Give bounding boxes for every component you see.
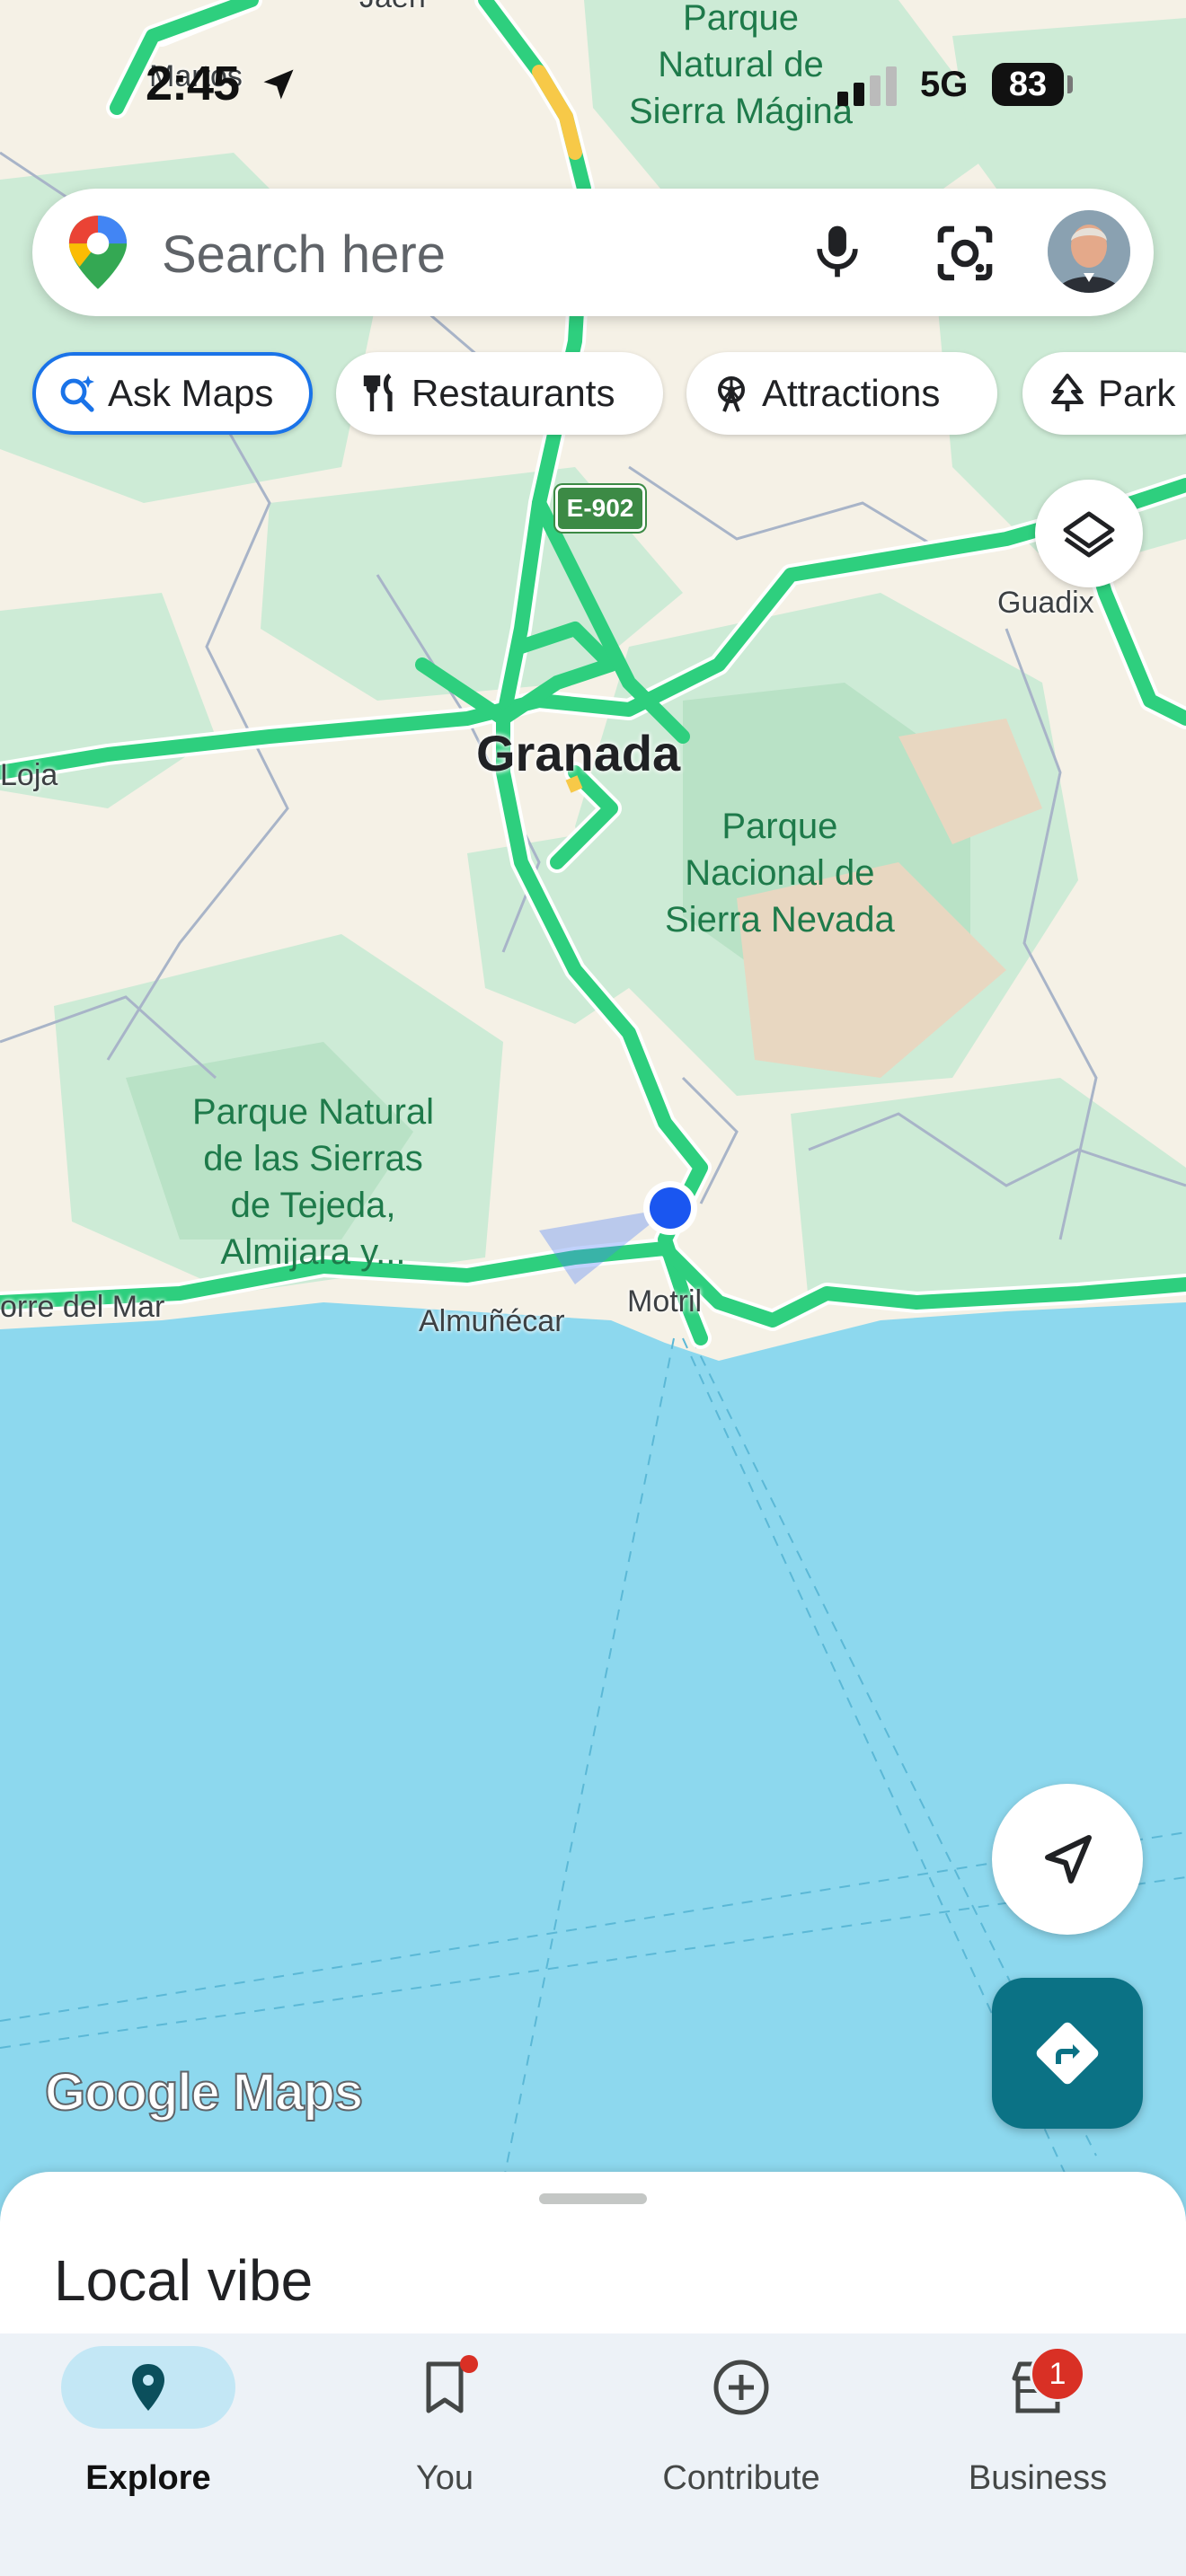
- layers-button[interactable]: [1035, 480, 1143, 587]
- map-label-motril: Motril: [627, 1284, 703, 1319]
- chip-attractions[interactable]: Attractions: [686, 352, 997, 435]
- road-shield-e902: E-902: [555, 485, 645, 532]
- nav-explore[interactable]: Explore: [0, 2346, 296, 2508]
- chip-label: Park: [1098, 372, 1176, 414]
- google-maps-pin-icon: [68, 216, 128, 289]
- profile-avatar[interactable]: [1048, 210, 1130, 293]
- network-type: 5G: [920, 65, 969, 104]
- nav-label: Explore: [85, 2459, 211, 2497]
- map-label-granada[interactable]: Granada: [476, 724, 680, 782]
- fork-knife-icon: [363, 373, 393, 411]
- chip-label: Restaurants: [412, 372, 615, 414]
- search-bar[interactable]: Search here: [32, 189, 1154, 316]
- nav-label: Business: [968, 2459, 1108, 2497]
- bottom-sheet[interactable]: Local vibe: [0, 2172, 1186, 2351]
- search-input[interactable]: Search here: [162, 225, 446, 285]
- bookmark-icon: [426, 2361, 464, 2413]
- map-label-sierra-nevada: Parque Nacional de Sierra Nevada: [665, 807, 895, 940]
- sheet-drag-handle[interactable]: [539, 2193, 647, 2204]
- nav-you[interactable]: You: [296, 2346, 593, 2508]
- chip-label: Attractions: [762, 372, 941, 414]
- bottom-navigation: Explore You Contribute Business: [0, 2333, 1186, 2576]
- chip-parks[interactable]: Park: [1022, 352, 1186, 435]
- microphone-icon[interactable]: [807, 221, 868, 282]
- battery-tip: [1067, 75, 1073, 93]
- my-location-button[interactable]: [992, 1784, 1143, 1935]
- battery-indicator: 83: [992, 63, 1064, 106]
- nav-contribute[interactable]: Contribute: [593, 2346, 890, 2508]
- plus-circle-icon: [713, 2360, 769, 2415]
- map-label-guadix: Guadix: [997, 586, 1094, 620]
- signal-icon: [837, 66, 897, 106]
- map-label-torre: orre del Mar: [0, 1290, 165, 1324]
- chip-label: Ask Maps: [108, 372, 274, 414]
- nav-icon-container: [61, 2346, 235, 2429]
- nav-icon-container: [678, 2346, 804, 2429]
- map-label-almunecar: Almuñécar: [419, 1304, 565, 1338]
- location-arrow-icon: [263, 69, 294, 100]
- google-maps-logo: Google Maps: [44, 2062, 364, 2122]
- business-badge: 1: [1030, 2346, 1085, 2402]
- chip-ask-maps[interactable]: Ask Maps: [32, 352, 313, 435]
- nav-icon-container: [382, 2346, 508, 2429]
- chip-restaurants[interactable]: Restaurants: [336, 352, 663, 435]
- directions-button[interactable]: [992, 1978, 1143, 2129]
- map-label-loja: Loja: [0, 758, 58, 792]
- navigation-arrow-icon: [1045, 1835, 1092, 1883]
- sheet-title: Local vibe: [54, 2248, 314, 2313]
- notification-dot: [460, 2355, 478, 2373]
- my-location-dot: [650, 1187, 691, 1229]
- directions-icon: [1036, 2022, 1099, 2085]
- ferris-wheel-icon: [718, 376, 745, 412]
- layers-icon: [1063, 511, 1115, 558]
- nav-label: You: [415, 2459, 474, 2497]
- nav-label: Contribute: [662, 2459, 820, 2497]
- location-pin-icon: [132, 2364, 164, 2411]
- status-time: 2:45: [146, 57, 240, 110]
- status-bar: 2:45 5G 83: [0, 0, 1186, 171]
- google-lens-icon[interactable]: [933, 221, 997, 286]
- sparkle-search-icon: [60, 375, 94, 412]
- tree-icon: [1051, 374, 1084, 411]
- map-label-tejeda: Parque Natural de las Sierras de Tejeda,…: [192, 1092, 435, 1272]
